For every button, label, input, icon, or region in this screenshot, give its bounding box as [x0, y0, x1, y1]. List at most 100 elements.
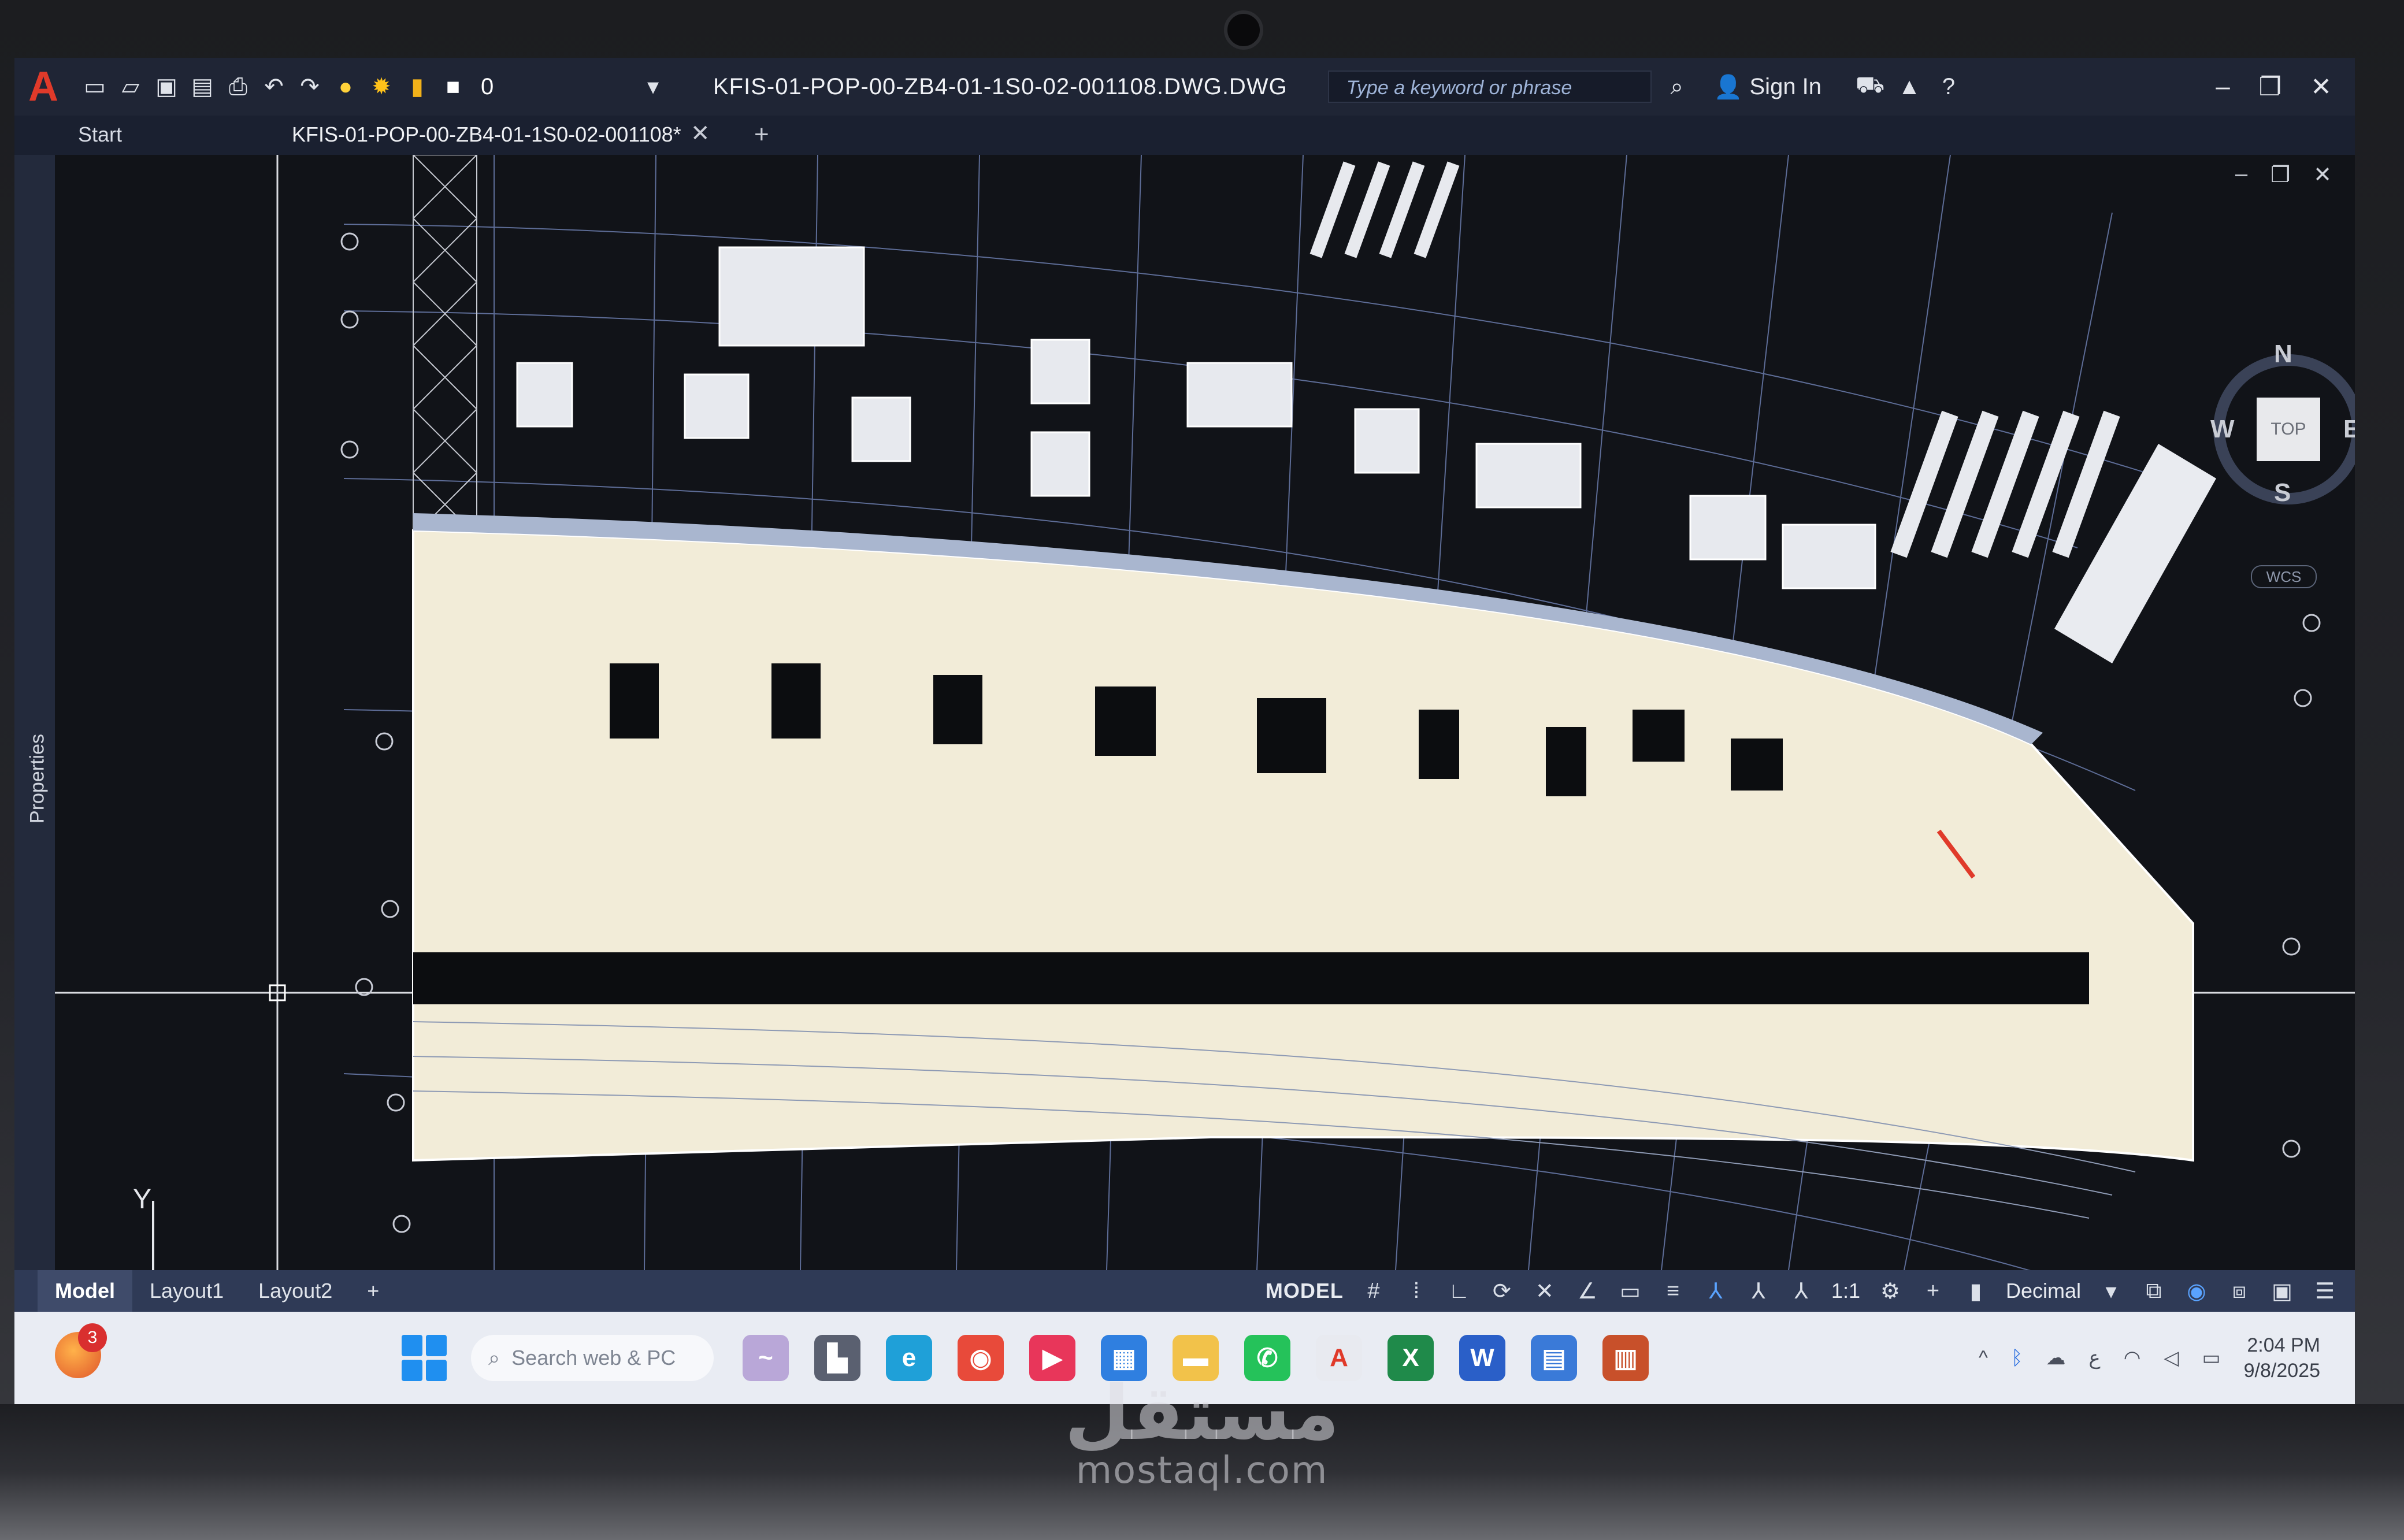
tab-model[interactable]: Model	[38, 1270, 132, 1312]
sign-in-button[interactable]: 👤 Sign In	[1714, 73, 1821, 101]
sign-in-label: Sign In	[1749, 73, 1822, 99]
battery-icon[interactable]: ▭	[2202, 1346, 2221, 1370]
viewcube-top-face[interactable]: TOP	[2257, 398, 2320, 461]
autodesk-app-icon[interactable]: ▲	[1895, 73, 1923, 101]
units-dropdown-icon[interactable]: ▾	[2098, 1278, 2124, 1304]
minimize-icon[interactable]: –	[2216, 72, 2229, 102]
help-icon[interactable]: ?	[1935, 73, 1962, 101]
compass-north[interactable]: N	[2274, 340, 2292, 369]
search-icon[interactable]: ⌕	[1663, 73, 1691, 101]
new-file-icon[interactable]: ▭	[81, 73, 109, 101]
taskbar-clock[interactable]: 2:04 PM 9/8/2025	[2244, 1333, 2320, 1383]
annotation-autoscale-icon[interactable]: ⅄	[1746, 1278, 1771, 1304]
model-space-canvas[interactable]: – ❐ ✕ TOP N S E W WCS Y	[55, 155, 2355, 1301]
new-tab-icon[interactable]: +	[754, 120, 769, 149]
archive-app-icon[interactable]: ▥	[1602, 1335, 1649, 1381]
file-tabs: Start KFIS-01-POP-00-ZB4-01-1S0-02-00110…	[14, 116, 2355, 155]
scale-value[interactable]: 1:1	[1831, 1279, 1860, 1303]
webcam	[1224, 10, 1263, 50]
system-tray: ^ ᛒ ☁ ع ◠ ◁ ▭ 2:04 PM 9/8/2025	[1979, 1333, 2320, 1383]
title-bar: A ▭ ▱ ▣ ▤ ⎙ ↶ ↷ ● ✹ ▮ ■ 0 ▾ KFIS-01-POP-…	[14, 58, 2355, 116]
redo-icon[interactable]: ↷	[296, 73, 324, 101]
floor-slab	[412, 529, 2194, 1162]
compass-east[interactable]: E	[2343, 415, 2355, 444]
document-title: KFIS-01-POP-00-ZB4-01-1S0-02-001108.DWG.…	[713, 73, 1288, 99]
compass-south[interactable]: S	[2274, 478, 2291, 507]
tab-start[interactable]: Start	[78, 123, 122, 147]
clean-screen-icon[interactable]: ▣	[2269, 1278, 2295, 1304]
units-value[interactable]: Decimal	[2006, 1279, 2081, 1303]
edge-icon[interactable]: e	[886, 1335, 932, 1381]
search-icon: ⌕	[488, 1346, 500, 1370]
viewport-restore-icon[interactable]: ❐	[2271, 162, 2290, 188]
quick-properties-icon[interactable]: ⧉	[2141, 1278, 2166, 1304]
polar-tracking-icon[interactable]: ⟳	[1489, 1278, 1515, 1304]
task-view-icon[interactable]: ▙	[814, 1335, 860, 1381]
customization-menu-icon[interactable]: ☰	[2312, 1278, 2338, 1304]
taskbar-search-input[interactable]: ⌕ Search web & PC	[471, 1335, 714, 1381]
status-bar: Model Layout1 Layout2 + MODEL # ⁞ ∟ ⟳ ✕ …	[14, 1270, 2355, 1312]
quick-access-toolbar: ▭ ▱ ▣ ▤ ⎙ ↶ ↷ ● ✹ ▮ ■ 0 ▾	[81, 73, 667, 101]
annotation-scale-icon[interactable]: ⅄	[1789, 1278, 1814, 1304]
restore-icon[interactable]: ❐	[2259, 72, 2281, 102]
close-icon[interactable]: ✕	[2310, 72, 2332, 102]
taskbar-search-placeholder: Search web & PC	[511, 1346, 676, 1370]
selection-cycling-icon[interactable]: ▭	[1617, 1278, 1643, 1304]
layer-bulb-icon[interactable]: ●	[332, 73, 359, 101]
save-as-icon[interactable]: ▤	[188, 73, 216, 101]
calculator-icon[interactable]: ▤	[1531, 1335, 1577, 1381]
tab-layout2[interactable]: Layout2	[241, 1270, 350, 1312]
onedrive-icon[interactable]: ☁	[2046, 1346, 2065, 1370]
viewport-minimize-icon[interactable]: –	[2235, 162, 2247, 188]
layer-dropdown-icon[interactable]: ▾	[639, 73, 667, 101]
tab-layout1[interactable]: Layout1	[132, 1270, 241, 1312]
open-file-icon[interactable]: ▱	[117, 73, 144, 101]
wifi-icon[interactable]: ◠	[2124, 1346, 2141, 1370]
grid-display-icon[interactable]: #	[1361, 1278, 1386, 1304]
viewcube[interactable]: TOP N S E W WCS	[2199, 334, 2355, 588]
lineweight-icon[interactable]: ≡	[1660, 1278, 1686, 1304]
units-icon: ▮	[1969, 1279, 1982, 1304]
isolate-objects-icon[interactable]: ◉	[2184, 1278, 2209, 1304]
help-search-input[interactable]: Type a keyword or phrase	[1327, 70, 1652, 103]
annotation-visibility-icon[interactable]: ⅄	[1703, 1278, 1728, 1304]
viewport-close-icon[interactable]: ✕	[2313, 162, 2332, 188]
isodraft-icon[interactable]: ∠	[1575, 1278, 1600, 1304]
tab-document[interactable]: KFIS-01-POP-00-ZB4-01-1S0-02-001108*	[292, 123, 681, 147]
wcs-menu[interactable]: WCS	[2251, 565, 2317, 588]
add-layout-button[interactable]: +	[350, 1270, 396, 1312]
snap-mode-icon[interactable]: ⁞	[1404, 1278, 1429, 1304]
show-hidden-icons-icon[interactable]: ^	[1979, 1347, 1988, 1370]
excel-icon[interactable]: X	[1388, 1335, 1434, 1381]
volume-icon[interactable]: ◁	[2164, 1346, 2179, 1370]
layer-lock-icon[interactable]: ▮	[403, 73, 431, 101]
input-language-icon[interactable]: ع	[2088, 1346, 2100, 1370]
hardware-acceleration-icon[interactable]: ⧈	[2227, 1278, 2252, 1304]
plot-icon[interactable]: ⎙	[224, 73, 252, 101]
word-icon[interactable]: W	[1459, 1335, 1505, 1381]
ucs-y-label: Y	[133, 1184, 152, 1215]
notification-badge: 3	[78, 1323, 107, 1352]
osnap-icon[interactable]: ✕	[1532, 1278, 1557, 1304]
model-space-button[interactable]: MODEL	[1266, 1279, 1344, 1303]
ortho-icon[interactable]: ∟	[1446, 1278, 1472, 1304]
watermark: مستقل mostaql.com	[1040, 1375, 1364, 1491]
workspace-gear-icon[interactable]: ⚙	[1878, 1278, 1903, 1304]
save-icon[interactable]: ▣	[153, 73, 180, 101]
tab-close-icon[interactable]: ✕	[691, 120, 710, 147]
compass-west[interactable]: W	[2210, 415, 2235, 444]
cart-icon[interactable]: ⛟	[1856, 72, 1884, 101]
clock-time: 2:04 PM	[2247, 1334, 2320, 1356]
autocad-logo-icon[interactable]: A	[23, 66, 64, 107]
window-controls: – ❐ ✕	[2216, 72, 2332, 102]
bluetooth-icon[interactable]: ᛒ	[2011, 1347, 2023, 1370]
layer-sun-icon[interactable]: ✹	[368, 73, 395, 101]
current-layer-value[interactable]: 0	[481, 74, 631, 100]
properties-label: Properties	[26, 734, 49, 823]
windows-start-icon[interactable]	[402, 1335, 448, 1381]
properties-palette[interactable]: Properties	[14, 155, 55, 1270]
chrome-icon[interactable]: ◉	[958, 1335, 1004, 1381]
annotation-monitor-icon[interactable]: +	[1920, 1278, 1946, 1304]
copilot-icon[interactable]: ~	[743, 1335, 789, 1381]
undo-icon[interactable]: ↶	[260, 73, 288, 101]
